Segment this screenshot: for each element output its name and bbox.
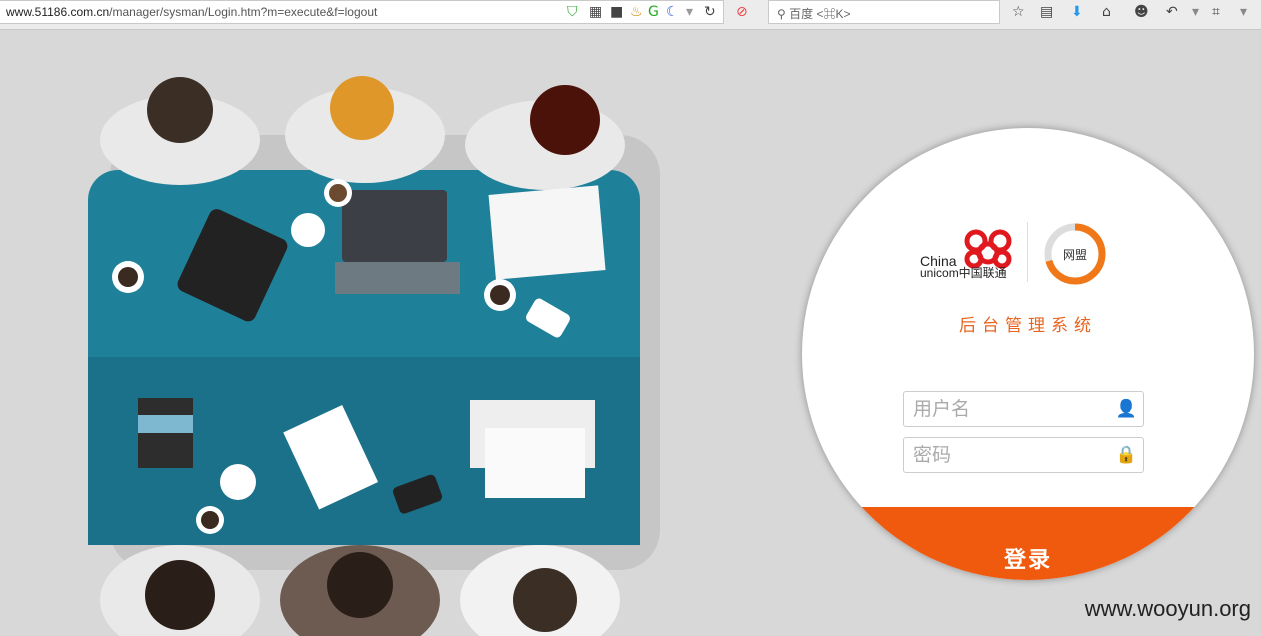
chat-icon[interactable]: ☻ [1134,4,1149,20]
dropdown-icon[interactable]: ▾ [1240,4,1247,20]
password-input[interactable] [904,438,1104,472]
login-panel: Chinaunicom中国联通 网盟 后台管理系统 👤 🔒 登录 [802,128,1254,580]
crop-icon[interactable]: ⌗ [1212,4,1220,20]
java-icon[interactable]: ♨ [630,4,643,20]
bookmark-star-icon[interactable]: ☆ [1012,4,1025,20]
extension-icon[interactable]: ☾ [666,4,679,20]
username-field[interactable]: 👤 [903,391,1144,427]
logo-divider [1027,222,1028,282]
user-icon: 👤 [1115,399,1137,419]
dropdown-icon[interactable]: ▾ [1192,4,1199,20]
watermark: www.wooyun.org [1084,596,1251,621]
browser-toolbar: www.51186.com.cn/manager/sysman/Login.ht… [0,0,1261,30]
undo-icon[interactable]: ↶ [1166,4,1178,20]
url-path: /manager/sysman/Login.htm?m=execute&f=lo… [109,5,378,19]
china-unicom-wordmark: China unicom中国联通 [920,253,1007,280]
system-title: 后台管理系统 [959,316,1097,336]
search-input[interactable]: ⚲ 百度 <⌘K> [768,0,1000,24]
dropdown-icon[interactable]: ▾ [686,4,693,20]
shield-icon[interactable]: ⛉ [567,4,578,20]
reading-list-icon[interactable]: ▤ [1040,4,1053,20]
lock-icon: 🔒 [1115,445,1137,465]
username-input[interactable] [904,392,1104,426]
qr-code-icon[interactable]: ▦ [589,4,602,20]
block-icon[interactable]: ⊘ [736,4,748,20]
download-icon[interactable]: ⬇ [1071,4,1083,20]
svg-text:网盟: 网盟 [1063,248,1087,262]
url-host: www.51186.com.cn [6,5,110,19]
login-button[interactable]: 登录 [802,507,1254,580]
wangmeng-logo: 网盟 [1044,223,1106,285]
meeting-illustration [88,76,660,636]
home-icon[interactable]: ⌂ [1102,4,1111,20]
g-extension-icon[interactable]: G [648,4,659,20]
password-field[interactable]: 🔒 [903,437,1144,473]
reload-icon[interactable]: ↻ [704,4,716,20]
search-placeholder: 百度 <⌘K> [789,7,851,21]
search-icon: ⚲ [777,7,790,21]
window-icon[interactable]: ■ [610,4,623,20]
